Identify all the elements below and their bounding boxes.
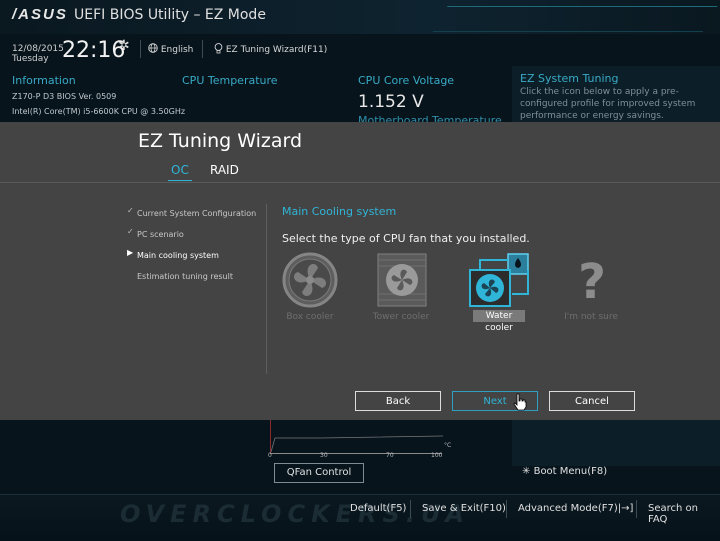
- divider: [140, 40, 141, 58]
- asus-logo: /ASUS: [12, 6, 68, 23]
- title-bar: /ASUS UEFI BIOS Utility – EZ Mode: [0, 0, 720, 34]
- globe-icon: [148, 43, 158, 53]
- boot-icon: ✳: [522, 466, 531, 477]
- box-cooler-icon: [282, 252, 338, 308]
- dialog-vertical-divider: [266, 204, 267, 374]
- save-exit-button[interactable]: Save & Exit(F10): [422, 503, 506, 514]
- date-text: 12/08/2015: [12, 44, 64, 54]
- app-title: UEFI BIOS Utility – EZ Mode: [74, 7, 266, 23]
- dialog-divider: [0, 182, 720, 183]
- chart-tick: 30: [320, 452, 328, 459]
- ez-system-tuning-description: Click the icon below to apply a pre-conf…: [520, 87, 696, 121]
- svg-text:?: ?: [578, 254, 606, 308]
- fan-curve-line: [271, 435, 443, 453]
- cpu-info: Intel(R) Core(TM) i5-6600K CPU @ 3.50GHz: [12, 107, 186, 116]
- section-title: Main Cooling system: [282, 205, 397, 218]
- step-item-current: Main cooling system: [137, 251, 219, 260]
- divider: [410, 500, 411, 518]
- gear-icon[interactable]: ✲: [118, 38, 130, 54]
- chart-tick: 100: [431, 452, 443, 459]
- tab-raid[interactable]: RAID: [210, 163, 239, 177]
- water-cooler-label: Water cooler: [473, 310, 525, 333]
- language-selector[interactable]: English: [148, 43, 193, 55]
- divider: [636, 500, 637, 518]
- step-check-icon: ✓: [127, 206, 134, 215]
- hand-cursor-icon: [513, 393, 527, 411]
- water-cooler-option[interactable]: [466, 252, 530, 312]
- cancel-button[interactable]: Cancel: [549, 391, 635, 411]
- active-tab-indicator: [168, 180, 192, 181]
- not-sure-option[interactable]: ?: [562, 252, 622, 312]
- divider: [202, 40, 203, 58]
- advanced-mode-button[interactable]: Advanced Mode(F7)|→]: [518, 503, 633, 514]
- cpu-temperature-heading: CPU Temperature: [182, 74, 278, 87]
- ez-tuning-wizard-link[interactable]: EZ Tuning Wizard(F11): [214, 43, 327, 55]
- information-heading: Information: [12, 74, 76, 87]
- step-item: Current System Configuration: [137, 209, 257, 218]
- box-cooler-label: Box cooler: [286, 312, 334, 322]
- water-cooler-icon: [469, 253, 529, 307]
- back-button[interactable]: Back: [355, 391, 441, 411]
- chart-tick: 0: [268, 452, 272, 459]
- step-check-icon: ✓: [127, 227, 134, 236]
- day-text: Tuesday: [12, 54, 49, 64]
- step-item: PC scenario: [137, 230, 184, 239]
- tab-oc[interactable]: OC: [171, 163, 189, 177]
- dialog-title: EZ Tuning Wizard: [138, 130, 303, 152]
- boot-menu-button[interactable]: ✳ Boot Menu(F8): [522, 466, 607, 477]
- chart-axis: [270, 453, 442, 454]
- cpu-voltage-heading: CPU Core Voltage: [358, 74, 455, 87]
- step-current-icon: ▶: [127, 248, 134, 257]
- default-button[interactable]: Default(F5): [350, 503, 406, 514]
- header-decoration: [432, 6, 718, 32]
- fan-curve-chart: [270, 418, 443, 454]
- lightbulb-icon: [214, 43, 223, 54]
- qfan-control-button[interactable]: QFan Control: [274, 463, 364, 483]
- section-instruction: Select the type of CPU fan that you inst…: [282, 232, 530, 245]
- box-cooler-option[interactable]: [280, 250, 340, 310]
- clock-text: 22:16: [62, 38, 126, 63]
- not-sure-label: I'm not sure: [564, 312, 618, 322]
- question-icon: ?: [578, 254, 606, 310]
- board-info: Z170-P D3 BIOS Ver. 0509: [12, 92, 117, 101]
- chart-unit: °C: [444, 442, 452, 449]
- search-faq-button[interactable]: Search on FAQ: [648, 503, 720, 525]
- cpu-voltage-value: 1.152 V: [358, 92, 424, 112]
- divider: [506, 500, 507, 518]
- boot-menu-label: Boot Menu(F8): [533, 466, 608, 477]
- wizard-label: EZ Tuning Wizard(F11): [225, 45, 328, 55]
- step-item: Estimation tuning result: [137, 272, 233, 281]
- language-label: English: [160, 45, 194, 55]
- chart-tick: 70: [386, 452, 394, 459]
- tower-cooler-label: Tower cooler: [372, 312, 430, 322]
- ez-system-tuning-heading: EZ System Tuning: [520, 72, 619, 85]
- tower-cooler-option[interactable]: [372, 250, 432, 310]
- tower-cooler-icon: [377, 253, 427, 307]
- watermark: OVERCLOCKERS.UA: [120, 500, 470, 528]
